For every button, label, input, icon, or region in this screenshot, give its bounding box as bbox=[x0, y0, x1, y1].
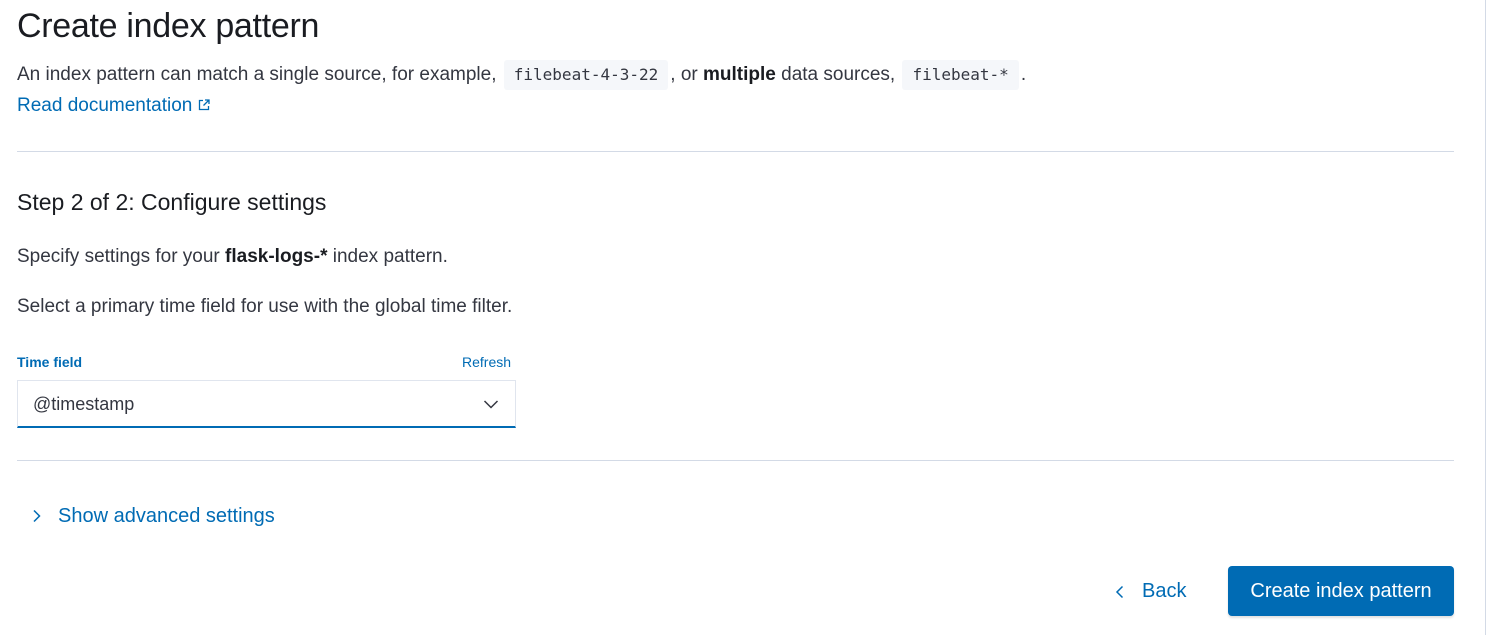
step-title: Step 2 of 2: Configure settings bbox=[17, 189, 327, 215]
refresh-link[interactable]: Refresh bbox=[462, 353, 511, 371]
time-field-value: @timestamp bbox=[33, 394, 135, 414]
intro-bold-multiple: multiple bbox=[703, 64, 776, 85]
example-multiple-code: filebeat-* bbox=[902, 60, 1019, 90]
show-advanced-settings-label: Show advanced settings bbox=[58, 505, 275, 527]
specify-settings-text: Specify settings for your flask-logs-* i… bbox=[17, 244, 448, 270]
read-documentation-label: Read documentation bbox=[17, 95, 193, 116]
index-pattern-name: flask-logs-* bbox=[225, 246, 328, 267]
intro-text: An index pattern can match a single sour… bbox=[17, 60, 1026, 90]
back-button[interactable]: Back bbox=[1110, 575, 1200, 607]
page-title: Create index pattern bbox=[17, 7, 320, 45]
read-documentation-link[interactable]: Read documentation bbox=[17, 93, 211, 119]
intro-text-part-3: data sources, bbox=[781, 64, 896, 85]
create-index-pattern-button[interactable]: Create index pattern bbox=[1228, 566, 1454, 616]
panel-right-border bbox=[1485, 0, 1486, 635]
create-index-pattern-page: Create index pattern An index pattern ca… bbox=[0, 0, 1488, 635]
time-field-label: Time field bbox=[17, 354, 83, 370]
time-field-hint: Select a primary time field for use with… bbox=[17, 296, 513, 317]
chevron-down-icon bbox=[483, 400, 499, 409]
specify-suffix: index pattern. bbox=[332, 246, 448, 267]
intro-text-part-1: An index pattern can match a single sour… bbox=[17, 64, 497, 85]
time-field-select[interactable]: @timestamp bbox=[17, 380, 516, 428]
specify-prefix: Specify settings for your bbox=[17, 246, 220, 267]
external-link-icon bbox=[199, 99, 210, 111]
divider-bottom bbox=[17, 460, 1454, 461]
chevron-right-icon bbox=[33, 509, 41, 523]
chevron-left-icon bbox=[1115, 585, 1124, 599]
divider-top bbox=[17, 151, 1454, 152]
intro-text-part-4: . bbox=[1020, 64, 1027, 85]
example-single-code: filebeat-4-3-22 bbox=[503, 60, 669, 90]
back-label: Back bbox=[1142, 580, 1187, 602]
intro-text-part-2: , or bbox=[670, 64, 698, 85]
